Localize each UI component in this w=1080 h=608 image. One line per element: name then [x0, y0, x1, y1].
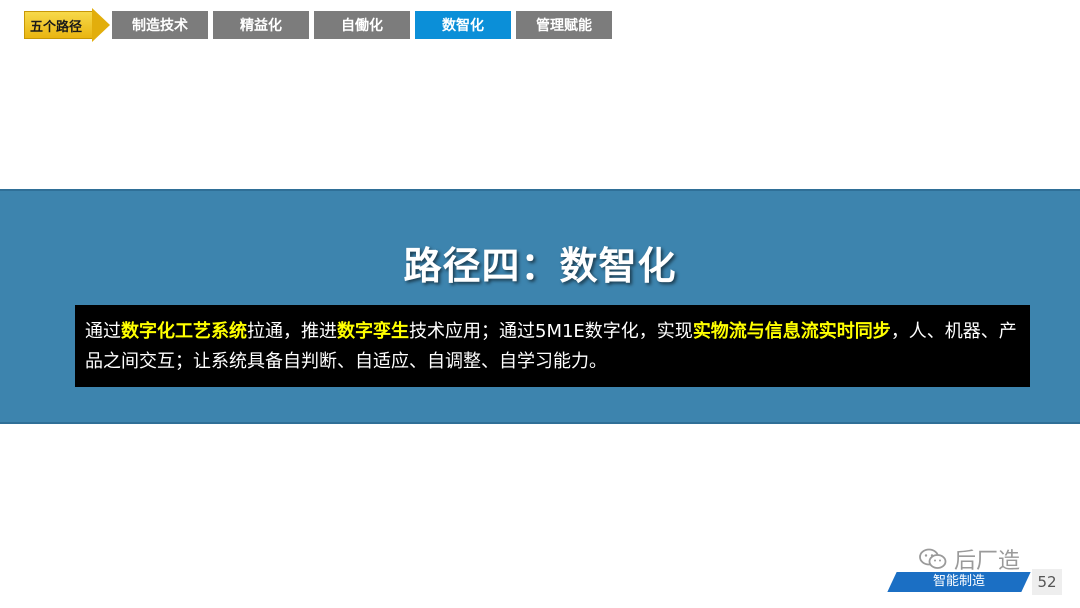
path-badge: 五个路径: [24, 8, 110, 42]
footer-tag-label: 智能制造: [932, 574, 985, 589]
main-band: 路径四：数智化 通过数字化工艺系统拉通，推进数字孪生技术应用；通过5M1E数字化…: [0, 189, 1080, 424]
tab-manufacturing-tech[interactable]: 制造技术: [112, 11, 208, 39]
watermark-text: 后厂造: [954, 549, 1021, 574]
badge-arrow-shape: [92, 8, 110, 42]
wechat-icon: [919, 548, 947, 569]
badge-label: 五个路径: [30, 19, 83, 35]
desc-segment: 通过: [85, 321, 121, 342]
desc-highlight: 实物流与信息流实时同步: [692, 321, 891, 342]
watermark: 后厂造: [918, 545, 1021, 574]
tab-jidoka[interactable]: 自働化: [314, 11, 410, 39]
tab-digital-intelligence[interactable]: 数智化: [415, 11, 511, 39]
desc-segment: 拉通，推进: [247, 321, 337, 342]
desc-highlight: 数字孪生: [337, 321, 409, 342]
tab-management-empowerment[interactable]: 管理赋能: [516, 11, 612, 39]
desc-segment: 技术应用；通过5M1E数字化，实现: [409, 321, 693, 342]
description-box: 通过数字化工艺系统拉通，推进数字孪生技术应用；通过5M1E数字化，实现实物流与信…: [75, 305, 1030, 387]
nav-tabs: 制造技术 精益化 自働化 数智化 管理赋能: [112, 11, 612, 39]
page-number: 52: [1032, 569, 1062, 595]
page-title: 路径四：数智化: [403, 244, 677, 288]
desc-highlight: 数字化工艺系统: [121, 321, 247, 342]
footer-tag: 智能制造: [887, 572, 1031, 592]
tab-lean[interactable]: 精益化: [213, 11, 309, 39]
